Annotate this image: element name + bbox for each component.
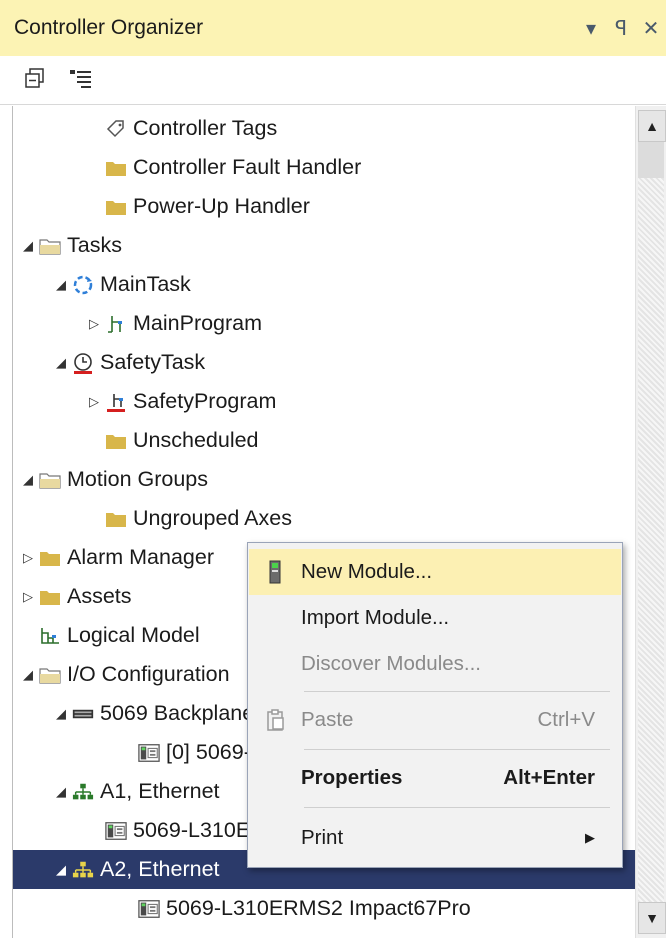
- collapse-arrow-icon[interactable]: ◢: [50, 784, 72, 800]
- menu-separator: [304, 691, 610, 692]
- tree-item-label: A2, Ethernet: [100, 857, 220, 881]
- tree-item-label: Controller Tags: [133, 116, 278, 140]
- logical-model-icon: [39, 625, 61, 647]
- panel-title: Controller Organizer: [14, 16, 204, 39]
- tree-item[interactable]: Ungrouped Axes: [13, 499, 635, 538]
- tree-item-label: 5069-L310ERMS2 Impact67Pro: [166, 896, 471, 920]
- tree-item[interactable]: Unscheduled: [13, 421, 635, 460]
- new-module-icon: [249, 560, 301, 584]
- module-icon: [138, 898, 160, 920]
- folder-open-icon: [39, 235, 61, 257]
- tree-item-label: 5069 Backplane: [100, 701, 255, 725]
- folder-icon: [105, 508, 127, 530]
- panel-title-bar: Controller Organizer ▾ ꟼ ✕: [0, 0, 666, 56]
- menu-separator: [304, 807, 610, 808]
- expand-all-icon[interactable]: [68, 66, 94, 92]
- menu-item-properties[interactable]: Properties Alt+Enter: [249, 755, 621, 801]
- collapse-all-icon[interactable]: [22, 66, 48, 92]
- tree-item-label: Logical Model: [67, 623, 200, 647]
- tree-item[interactable]: ◢ SafetyTask: [13, 343, 635, 382]
- folder-icon: [105, 157, 127, 179]
- tree-item[interactable]: Power-Up Handler: [13, 187, 635, 226]
- menu-label: Print: [301, 826, 344, 849]
- collapse-arrow-icon[interactable]: ◢: [17, 472, 39, 488]
- tree-item[interactable]: 5069-L310ERMS2 Impact67Pro: [13, 889, 635, 928]
- context-menu: New Module... Import Module... Discover …: [247, 542, 623, 868]
- folder-icon: [105, 196, 127, 218]
- module-icon: [105, 820, 127, 842]
- scroll-up-icon[interactable]: ▲: [638, 110, 666, 142]
- menu-label: Discover Modules...: [301, 652, 482, 675]
- menu-item-new-module[interactable]: New Module...: [249, 549, 621, 595]
- tree-item-label: I/O Configuration: [67, 662, 230, 686]
- pin-icon[interactable]: ꟼ: [606, 16, 636, 41]
- scroll-down-icon[interactable]: ▼: [638, 902, 666, 934]
- folder-icon: [105, 430, 127, 452]
- tree-item[interactable]: ▷ MainProgram: [13, 304, 635, 343]
- menu-separator: [304, 749, 610, 750]
- tag-icon: [105, 118, 127, 140]
- tree-item-label: Controller Fault Handler: [133, 155, 362, 179]
- tree-item[interactable]: ◢ MainTask: [13, 265, 635, 304]
- backplane-icon: [72, 703, 94, 725]
- scroll-track[interactable]: [638, 142, 664, 902]
- expand-arrow-icon[interactable]: ▷: [83, 394, 105, 410]
- collapse-arrow-icon[interactable]: ◢: [50, 355, 72, 371]
- scroll-thumb[interactable]: [638, 142, 664, 178]
- tree-item-label: Assets: [67, 584, 132, 608]
- collapse-arrow-icon[interactable]: ◢: [50, 862, 72, 878]
- tree-item-label: A1, Ethernet: [100, 779, 220, 803]
- menu-item-import-module[interactable]: Import Module...: [249, 595, 621, 641]
- vertical-scrollbar[interactable]: ▲ ▼: [635, 106, 666, 938]
- periodic-task-icon: [72, 352, 94, 374]
- dropdown-arrow-icon[interactable]: ▾: [576, 16, 606, 41]
- program-icon: [105, 313, 127, 335]
- paste-icon: [249, 708, 301, 732]
- tree-item-label: Alarm Manager: [67, 545, 214, 569]
- menu-item-discover-modules[interactable]: Discover Modules...: [249, 641, 621, 687]
- collapse-arrow-icon[interactable]: ◢: [17, 238, 39, 254]
- tree-item[interactable]: Controller Fault Handler: [13, 148, 635, 187]
- menu-shortcut: Ctrl+V: [537, 708, 595, 731]
- expand-arrow-icon[interactable]: ▷: [17, 589, 39, 605]
- collapse-arrow-icon[interactable]: ◢: [17, 667, 39, 683]
- tree-item-label: MainTask: [100, 272, 191, 296]
- menu-item-paste[interactable]: Paste Ctrl+V: [249, 697, 621, 743]
- menu-label: New Module...: [301, 560, 433, 583]
- collapse-arrow-icon[interactable]: ◢: [50, 706, 72, 722]
- folder-icon: [39, 547, 61, 569]
- menu-shortcut: Alt+Enter: [503, 766, 595, 789]
- safety-program-icon: [105, 391, 127, 413]
- tree-item[interactable]: Controller Tags: [13, 109, 635, 148]
- close-icon[interactable]: ✕: [636, 16, 666, 41]
- ethernet-icon: [72, 781, 94, 803]
- tree-item-label: Tasks: [67, 233, 122, 257]
- tree-item[interactable]: ◢ Motion Groups: [13, 460, 635, 499]
- tree-item[interactable]: ▷ SafetyProgram: [13, 382, 635, 421]
- menu-item-print[interactable]: Print ▶: [249, 815, 621, 861]
- menu-label: Import Module...: [301, 606, 450, 629]
- menu-label: Properties: [301, 766, 403, 789]
- folder-open-icon: [39, 664, 61, 686]
- expand-arrow-icon[interactable]: ▷: [17, 550, 39, 566]
- tree-item-label: Motion Groups: [67, 467, 209, 491]
- expand-arrow-icon[interactable]: ▷: [83, 316, 105, 332]
- ethernet-icon: [72, 859, 94, 881]
- module-icon: [138, 742, 160, 764]
- tree-item[interactable]: ◢ Tasks: [13, 226, 635, 265]
- tree-item-label: Power-Up Handler: [133, 194, 310, 218]
- continuous-task-icon: [72, 274, 94, 296]
- tree-item-label: SafetyTask: [100, 350, 206, 374]
- tree-item-label: Ungrouped Axes: [133, 506, 292, 530]
- tree-item-label: MainProgram: [133, 311, 263, 335]
- folder-icon: [39, 586, 61, 608]
- submenu-arrow-icon: ▶: [585, 830, 595, 845]
- menu-label: Paste: [301, 708, 354, 731]
- tree-item-label: Unscheduled: [133, 428, 259, 452]
- collapse-arrow-icon[interactable]: ◢: [50, 277, 72, 293]
- folder-open-icon: [39, 469, 61, 491]
- organizer-toolbar: [0, 56, 666, 105]
- tree-item-label: SafetyProgram: [133, 389, 277, 413]
